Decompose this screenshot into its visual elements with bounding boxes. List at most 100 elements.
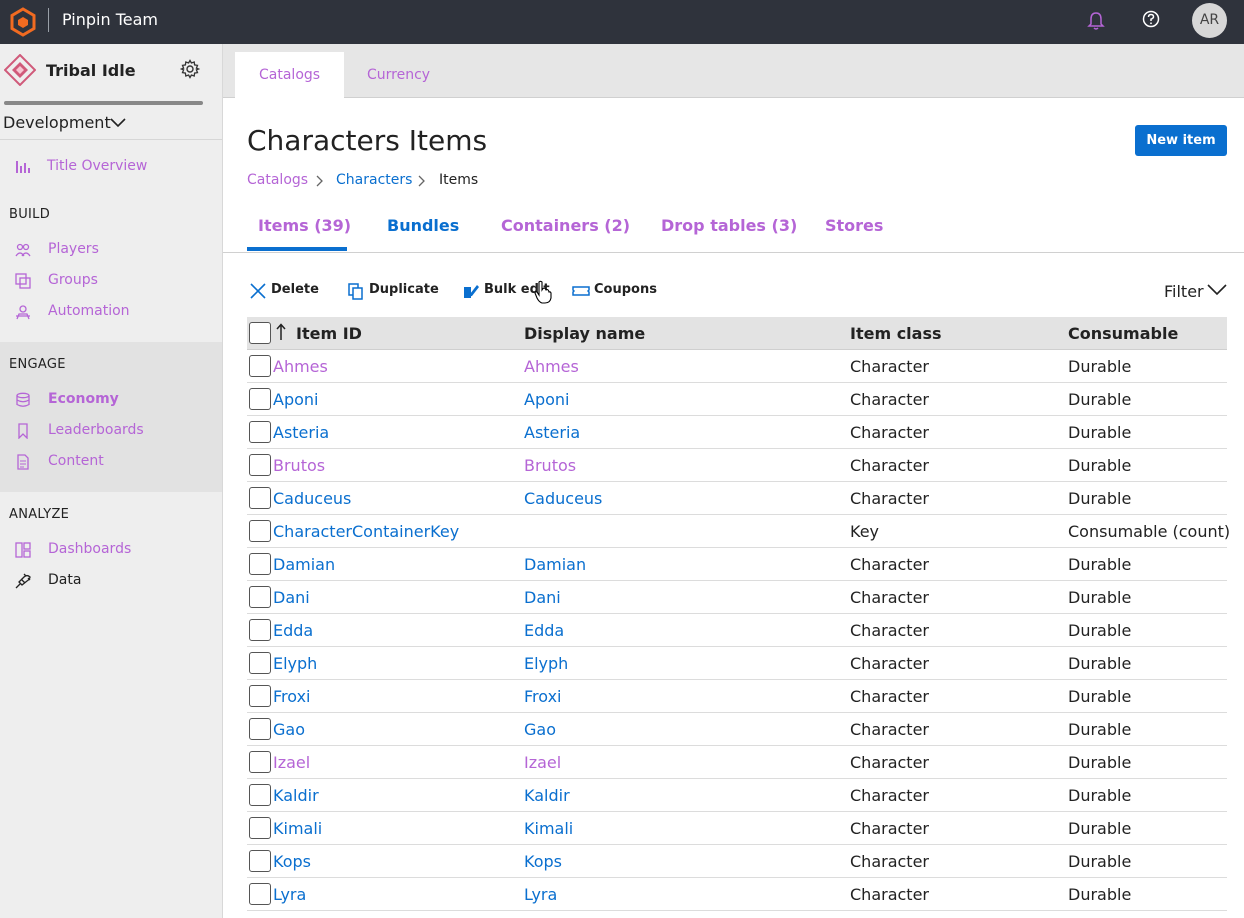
row-checkbox[interactable] xyxy=(249,718,271,740)
display-name-link[interactable]: Caduceus xyxy=(524,489,602,508)
item-id-link[interactable]: Caduceus xyxy=(273,489,351,508)
new-item-button[interactable]: New item xyxy=(1135,125,1227,156)
row-checkbox[interactable] xyxy=(249,454,271,476)
item-id-link[interactable]: Gao xyxy=(273,720,305,739)
delete-button[interactable]: Delete xyxy=(249,281,319,301)
tab-containers[interactable]: Containers (2) xyxy=(501,216,630,235)
tab-drop-tables[interactable]: Drop tables (3) xyxy=(661,216,797,235)
display-name-link[interactable]: Damian xyxy=(524,555,586,574)
row-checkbox[interactable] xyxy=(249,883,271,905)
display-name-link[interactable]: Elyph xyxy=(524,654,568,673)
gear-icon[interactable] xyxy=(180,59,200,79)
table-row[interactable]: Kaldir Kaldir Character Durable xyxy=(247,779,1227,812)
chevron-down-icon[interactable] xyxy=(1207,284,1227,296)
item-id-link[interactable]: Kaldir xyxy=(273,786,319,805)
item-id-link[interactable]: Lyra xyxy=(273,885,306,904)
table-row[interactable]: Damian Damian Character Durable xyxy=(247,548,1227,581)
bell-icon[interactable] xyxy=(1087,11,1105,31)
display-name-link[interactable]: Froxi xyxy=(524,687,561,706)
duplicate-button[interactable]: Duplicate xyxy=(347,281,439,301)
column-header-consumable[interactable]: Consumable xyxy=(1068,324,1178,343)
sidebar-item-players[interactable]: Players xyxy=(0,236,222,264)
table-row[interactable]: Caduceus Caduceus Character Durable xyxy=(247,482,1227,515)
game-title[interactable]: Tribal Idle xyxy=(46,61,136,80)
display-name-link[interactable]: Gao xyxy=(524,720,556,739)
table-row[interactable]: Elyph Elyph Character Durable xyxy=(247,647,1227,680)
column-header-item-id[interactable]: Item ID xyxy=(296,324,362,343)
row-checkbox[interactable] xyxy=(249,817,271,839)
row-checkbox[interactable] xyxy=(249,553,271,575)
item-id-link[interactable]: CharacterContainerKey xyxy=(273,522,459,541)
row-checkbox[interactable] xyxy=(249,685,271,707)
tab-bundles[interactable]: Bundles xyxy=(387,216,459,235)
sidebar-item-economy[interactable]: Economy xyxy=(0,386,222,414)
column-header-display-name[interactable]: Display name xyxy=(524,324,645,343)
help-icon[interactable] xyxy=(1142,10,1160,28)
table-row[interactable]: Gao Gao Character Durable xyxy=(247,713,1227,746)
table-row[interactable]: Izael Izael Character Durable xyxy=(247,746,1227,779)
item-id-link[interactable]: Ahmes xyxy=(273,357,328,376)
table-row[interactable]: Aponi Aponi Character Durable xyxy=(247,383,1227,416)
display-name-link[interactable]: Dani xyxy=(524,588,561,607)
display-name-link[interactable]: Aponi xyxy=(524,390,569,409)
display-name-link[interactable]: Kimali xyxy=(524,819,573,838)
logo-icon[interactable] xyxy=(10,7,36,37)
sidebar-item-dashboards[interactable]: Dashboards xyxy=(0,536,222,564)
table-row[interactable]: Edda Edda Character Durable xyxy=(247,614,1227,647)
select-all-checkbox[interactable] xyxy=(249,322,271,344)
item-id-link[interactable]: Kops xyxy=(273,852,311,871)
item-id-link[interactable]: Froxi xyxy=(273,687,310,706)
row-checkbox[interactable] xyxy=(249,652,271,674)
avatar[interactable]: AR xyxy=(1192,3,1227,38)
breadcrumb-characters[interactable]: Characters xyxy=(336,172,412,188)
team-name[interactable]: Pinpin Team xyxy=(62,10,158,29)
table-row[interactable]: Asteria Asteria Character Durable xyxy=(247,416,1227,449)
table-row[interactable]: Brutos Brutos Character Durable xyxy=(247,449,1227,482)
coupons-button[interactable]: Coupons xyxy=(572,281,662,301)
sidebar-item-automation[interactable]: Automation xyxy=(0,298,222,326)
sidebar-item-leaderboards[interactable]: Leaderboards xyxy=(0,417,222,445)
tab-currency[interactable]: Currency xyxy=(343,52,454,98)
display-name-link[interactable]: Lyra xyxy=(524,885,557,904)
row-checkbox[interactable] xyxy=(249,520,271,542)
display-name-link[interactable]: Ahmes xyxy=(524,357,579,376)
display-name-link[interactable]: Izael xyxy=(524,753,561,772)
sort-ascending-icon[interactable] xyxy=(276,323,286,341)
item-id-link[interactable]: Brutos xyxy=(273,456,325,475)
item-id-link[interactable]: Damian xyxy=(273,555,335,574)
table-row[interactable]: Kimali Kimali Character Durable xyxy=(247,812,1227,845)
display-name-link[interactable]: Kaldir xyxy=(524,786,570,805)
table-row[interactable]: Froxi Froxi Character Durable xyxy=(247,680,1227,713)
item-id-link[interactable]: Dani xyxy=(273,588,310,607)
chevron-down-icon[interactable] xyxy=(109,117,127,129)
row-checkbox[interactable] xyxy=(249,355,271,377)
item-id-link[interactable]: Izael xyxy=(273,753,310,772)
game-logo-icon[interactable] xyxy=(4,54,36,86)
tab-catalogs[interactable]: Catalogs xyxy=(235,52,345,98)
item-id-link[interactable]: Asteria xyxy=(273,423,329,442)
tab-items[interactable]: Items (39) xyxy=(258,216,351,235)
table-row[interactable]: Dani Dani Character Durable xyxy=(247,581,1227,614)
item-id-link[interactable]: Edda xyxy=(273,621,313,640)
sidebar-item-data[interactable]: Data xyxy=(0,567,222,595)
filter-button[interactable]: Filter xyxy=(1164,282,1204,301)
sidebar-item-content[interactable]: Content xyxy=(0,448,222,476)
display-name-link[interactable]: Brutos xyxy=(524,456,576,475)
display-name-link[interactable]: Kops xyxy=(524,852,562,871)
row-checkbox[interactable] xyxy=(249,388,271,410)
display-name-link[interactable]: Asteria xyxy=(524,423,580,442)
display-name-link[interactable]: Edda xyxy=(524,621,564,640)
item-id-link[interactable]: Kimali xyxy=(273,819,322,838)
sidebar-item-title-overview[interactable]: Title Overview xyxy=(0,153,222,181)
item-id-link[interactable]: Elyph xyxy=(273,654,317,673)
row-checkbox[interactable] xyxy=(249,751,271,773)
row-checkbox[interactable] xyxy=(249,619,271,641)
row-checkbox[interactable] xyxy=(249,784,271,806)
row-checkbox[interactable] xyxy=(249,586,271,608)
table-row[interactable]: Kops Kops Character Durable xyxy=(247,845,1227,878)
tab-stores[interactable]: Stores xyxy=(825,216,883,235)
table-row[interactable]: Ahmes Ahmes Character Durable xyxy=(247,350,1227,383)
row-checkbox[interactable] xyxy=(249,421,271,443)
breadcrumb-catalogs[interactable]: Catalogs xyxy=(247,172,308,188)
column-header-item-class[interactable]: Item class xyxy=(850,324,942,343)
